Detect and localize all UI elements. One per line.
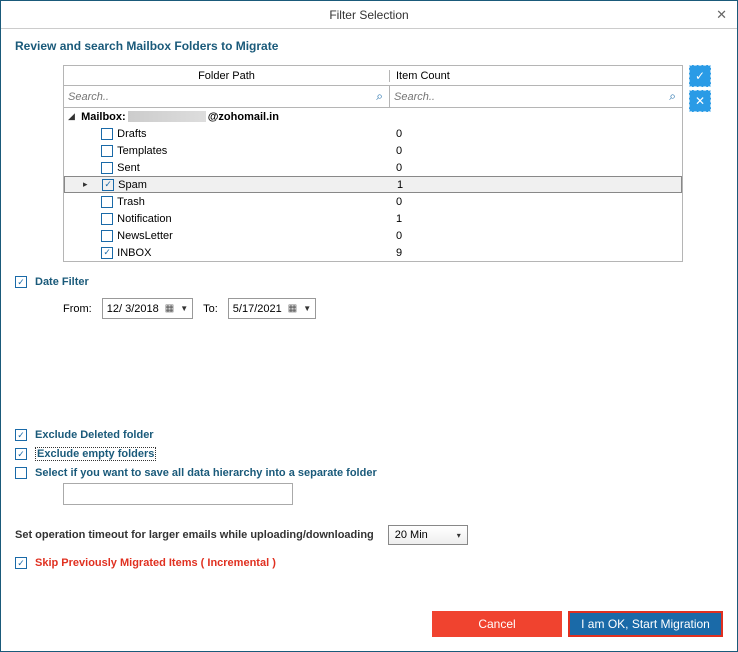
- mailbox-label: Mailbox:: [81, 111, 126, 123]
- search-folder-input[interactable]: [68, 91, 385, 103]
- redacted-user: [128, 111, 206, 122]
- timeout-value: 20 Min: [395, 529, 428, 541]
- calendar-icon[interactable]: ▦: [288, 303, 297, 314]
- folder-checkbox[interactable]: [101, 162, 113, 174]
- exclude-empty-checkbox[interactable]: [15, 448, 27, 460]
- exclude-deleted-option[interactable]: Exclude Deleted folder: [15, 429, 723, 441]
- folder-name: Trash: [117, 196, 145, 208]
- timeout-select[interactable]: 20 Min ▾: [388, 525, 468, 545]
- folder-count: 0: [390, 162, 682, 174]
- skip-migrated-option[interactable]: Skip Previously Migrated Items ( Increme…: [15, 557, 723, 569]
- folder-count: 9: [390, 247, 682, 259]
- instruction-text: Review and search Mailbox Folders to Mig…: [15, 39, 723, 53]
- folder-name: INBOX: [117, 247, 151, 259]
- folder-name: NewsLetter: [117, 230, 173, 242]
- folder-row[interactable]: Trash 0: [64, 193, 682, 210]
- folder-checkbox[interactable]: [101, 128, 113, 140]
- folder-count: 1: [391, 179, 681, 191]
- folder-row[interactable]: Sent 0: [64, 159, 682, 176]
- cancel-button[interactable]: Cancel: [432, 611, 562, 637]
- folder-checkbox[interactable]: [101, 196, 113, 208]
- to-date-input[interactable]: 5/17/2021 ▦ ▼: [228, 298, 316, 319]
- grid-header: Folder Path Item Count: [64, 66, 682, 86]
- to-date-value: 5/17/2021: [233, 303, 282, 315]
- folder-checkbox[interactable]: [101, 230, 113, 242]
- date-filter-option[interactable]: Date Filter: [15, 276, 723, 288]
- folder-row[interactable]: Templates 0: [64, 142, 682, 159]
- folder-count: 0: [390, 230, 682, 242]
- folder-checkbox[interactable]: [101, 213, 113, 225]
- folder-count: 0: [390, 128, 682, 140]
- skip-migrated-checkbox[interactable]: [15, 557, 27, 569]
- search-count-cell: ⌕: [390, 86, 682, 107]
- hierarchy-folder-input[interactable]: [63, 483, 293, 505]
- exclude-deleted-label: Exclude Deleted folder: [35, 429, 154, 441]
- date-filter-label: Date Filter: [35, 276, 89, 288]
- chevron-down-icon[interactable]: ▼: [180, 304, 188, 313]
- folder-count: 0: [390, 196, 682, 208]
- row-arrow-icon: ▸: [83, 179, 93, 190]
- col-item-count[interactable]: Item Count: [390, 70, 682, 82]
- folder-count: 0: [390, 145, 682, 157]
- folder-checkbox[interactable]: [101, 247, 113, 259]
- folder-name: Notification: [117, 213, 171, 225]
- chevron-down-icon[interactable]: ▾: [457, 531, 461, 540]
- grid-search-row: ⌕ ⌕: [64, 86, 682, 108]
- folder-row[interactable]: ▸ Spam 1: [64, 176, 682, 193]
- chevron-down-icon[interactable]: ▼: [303, 304, 311, 313]
- search-icon[interactable]: ⌕: [376, 89, 383, 104]
- folder-checkbox[interactable]: [102, 179, 114, 191]
- save-hierarchy-checkbox[interactable]: [15, 467, 27, 479]
- from-date-value: 12/ 3/2018: [107, 303, 159, 315]
- search-folder-cell: ⌕: [64, 86, 390, 107]
- save-hierarchy-option[interactable]: Select if you want to save all data hier…: [15, 467, 723, 479]
- exclude-deleted-checkbox[interactable]: [15, 429, 27, 441]
- save-hierarchy-label: Select if you want to save all data hier…: [35, 467, 377, 479]
- folder-name: Drafts: [117, 128, 146, 140]
- to-label: To:: [203, 303, 218, 315]
- date-filter-checkbox[interactable]: [15, 276, 27, 288]
- calendar-icon[interactable]: ▦: [165, 303, 174, 314]
- mailbox-row[interactable]: ◢ Mailbox:@zohomail.in: [64, 108, 682, 125]
- folder-name: Templates: [117, 145, 167, 157]
- folder-row[interactable]: INBOX 9: [64, 244, 682, 261]
- folder-row[interactable]: Notification 1: [64, 210, 682, 227]
- start-migration-button[interactable]: I am OK, Start Migration: [568, 611, 723, 637]
- search-icon[interactable]: ⌕: [669, 89, 676, 104]
- folder-name: Sent: [117, 162, 140, 174]
- col-folder-path[interactable]: Folder Path: [64, 70, 390, 82]
- folder-checkbox[interactable]: [101, 145, 113, 157]
- folder-row[interactable]: Drafts 0: [64, 125, 682, 142]
- close-icon[interactable]: ✕: [716, 7, 727, 23]
- exclude-empty-option[interactable]: Exclude empty folders: [15, 447, 723, 461]
- search-count-input[interactable]: [394, 91, 678, 103]
- exclude-empty-label: Exclude empty folders: [35, 447, 156, 461]
- folder-row[interactable]: NewsLetter 0: [64, 227, 682, 244]
- from-date-input[interactable]: 12/ 3/2018 ▦ ▼: [102, 298, 193, 319]
- collapse-icon[interactable]: ◢: [68, 111, 78, 122]
- window-title: Filter Selection: [329, 8, 408, 22]
- skip-migrated-label: Skip Previously Migrated Items ( Increme…: [35, 557, 276, 569]
- titlebar: Filter Selection ✕: [1, 1, 737, 29]
- select-all-button[interactable]: ✓: [689, 65, 711, 87]
- folder-name: Spam: [118, 179, 147, 191]
- folder-grid: Folder Path Item Count ⌕ ⌕ ◢ Mailbox:@zo…: [63, 65, 683, 262]
- folder-count: 1: [390, 213, 682, 225]
- from-label: From:: [63, 303, 92, 315]
- deselect-all-button[interactable]: ✕: [689, 90, 711, 112]
- timeout-label: Set operation timeout for larger emails …: [15, 529, 374, 541]
